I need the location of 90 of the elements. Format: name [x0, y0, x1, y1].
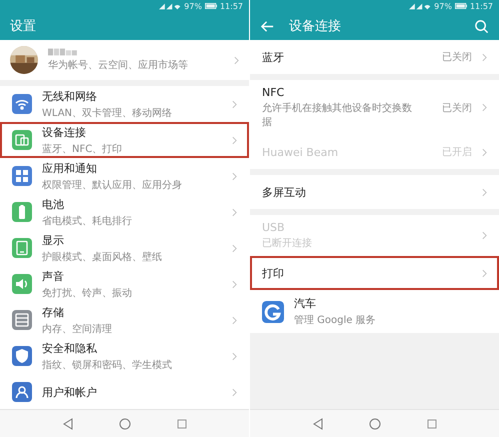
item-title: 设备连接: [42, 124, 87, 140]
chevron-icon: [232, 352, 237, 360]
settings-item[interactable]: 显示 护眼模式、桌面风格、壁纸: [0, 230, 249, 266]
settings-item[interactable]: 汽车 管理 Google 服务: [250, 290, 499, 333]
home-icon[interactable]: [368, 418, 380, 430]
settings-item[interactable]: 安全和隐私 指纹、锁屏和密码、学生模式: [0, 338, 249, 374]
item-title: USB: [262, 221, 286, 234]
account-row[interactable]: 华为帐号、云空间、应用市场等: [0, 40, 249, 80]
storage-icon: [12, 310, 32, 330]
letter-g-icon: [262, 300, 284, 322]
chevron-icon: [232, 136, 237, 144]
devices-icon: [12, 130, 32, 150]
item-subtitle: 蓝牙、NFC、打印: [42, 142, 124, 156]
wifi-icon: [12, 94, 32, 114]
item-title: 应用和通知: [42, 160, 98, 176]
item-title: 多屏互动: [262, 184, 307, 200]
recents-icon[interactable]: [426, 418, 438, 430]
back-icon[interactable]: [260, 18, 275, 34]
item-title: 电池: [42, 196, 65, 212]
chevron-icon: [482, 231, 487, 240]
battery-level: 97%: [184, 2, 202, 10]
item-title: 声音: [42, 268, 65, 284]
item-value: 已开启: [442, 146, 472, 159]
battery-icon: [12, 202, 32, 222]
user-icon: [12, 382, 32, 402]
settings-item[interactable]: 声音 免打扰、铃声、振动: [0, 266, 249, 302]
chevron-icon: [232, 388, 237, 396]
settings-item[interactable]: 应用和通知 权限管理、默认应用、应用分身: [0, 158, 249, 194]
item-subtitle: 护眼模式、桌面风格、壁纸: [42, 250, 163, 264]
settings-item[interactable]: 用户和帐户: [0, 374, 249, 409]
speaker-icon: [12, 274, 32, 294]
screen-title: 设备连接: [289, 18, 341, 35]
item-subtitle: 权限管理、默认应用、应用分身: [42, 178, 183, 192]
battery-icon: [204, 3, 217, 9]
display-icon: [12, 238, 32, 258]
item-subtitle: 华为帐号、云空间、应用市场等: [48, 58, 189, 72]
battery-icon: [454, 3, 467, 9]
settings-item[interactable]: 无线和网络 WLAN、双卡管理、移动网络: [0, 86, 249, 122]
chevron-icon: [232, 244, 237, 252]
settings-item[interactable]: 设备连接 蓝牙、NFC、打印: [0, 122, 249, 158]
chevron-icon: [482, 148, 487, 156]
item-title: 蓝牙: [262, 50, 285, 64]
settings-item[interactable]: 存储 内存、空间清理: [0, 302, 249, 338]
item-title: 用户和帐户: [42, 384, 98, 400]
clock-time: 11:57: [470, 2, 493, 10]
chevron-icon: [482, 268, 487, 278]
battery-level: 97%: [434, 2, 452, 10]
item-title: 打印: [262, 266, 285, 280]
chevron-icon: [234, 56, 239, 64]
chevron-icon: [232, 172, 237, 180]
settings-item[interactable]: NFC 允许手机在接触其他设备时交换数据 已关闭: [250, 80, 499, 135]
chevron-icon: [232, 280, 237, 288]
screen-title: 设置: [10, 18, 36, 35]
signal-icon: [409, 2, 432, 10]
chevron-icon: [482, 188, 487, 196]
item-subtitle: 已断开连接: [262, 236, 313, 250]
item-title: 安全和隐私: [42, 340, 98, 356]
settings-item[interactable]: 打印: [250, 256, 499, 290]
chevron-icon: [232, 316, 237, 324]
item-value: 已关闭: [442, 50, 472, 64]
recents-icon[interactable]: [176, 418, 188, 430]
settings-item[interactable]: 蓝牙 已关闭: [250, 40, 499, 74]
search-icon[interactable]: [474, 18, 489, 34]
shield-icon: [12, 346, 32, 366]
item-title: NFC: [262, 86, 286, 99]
item-subtitle: 允许手机在接触其他设备时交换数据: [262, 102, 412, 129]
item-value: 已关闭: [442, 102, 472, 114]
item-subtitle: 省电模式、耗电排行: [42, 214, 133, 228]
chevron-icon: [482, 103, 487, 112]
item-title: 存储: [42, 304, 65, 320]
chevron-icon: [232, 100, 237, 108]
item-subtitle: 免打扰、铃声、振动: [42, 286, 133, 300]
item-title: Huawei Beam: [262, 146, 340, 158]
chevron-icon: [482, 52, 487, 62]
item-title: 汽车: [294, 296, 317, 311]
item-title: 无线和网络: [42, 88, 98, 104]
item-subtitle: 内存、空间清理: [42, 322, 113, 336]
back-icon[interactable]: [62, 418, 74, 430]
settings-item[interactable]: 多屏互动: [250, 175, 499, 209]
apps-icon: [12, 166, 32, 186]
item-subtitle: WLAN、双卡管理、移动网络: [42, 106, 174, 120]
home-icon[interactable]: [118, 418, 130, 430]
item-subtitle: 指纹、锁屏和密码、学生模式: [42, 358, 173, 372]
item-subtitle: 管理 Google 服务: [294, 314, 377, 327]
settings-item[interactable]: 电池 省电模式、耗电排行: [0, 194, 249, 230]
signal-icon: [159, 2, 182, 10]
item-title: 显示: [42, 232, 65, 248]
chevron-icon: [232, 208, 237, 216]
back-icon[interactable]: [312, 418, 324, 430]
clock-time: 11:57: [220, 2, 243, 10]
